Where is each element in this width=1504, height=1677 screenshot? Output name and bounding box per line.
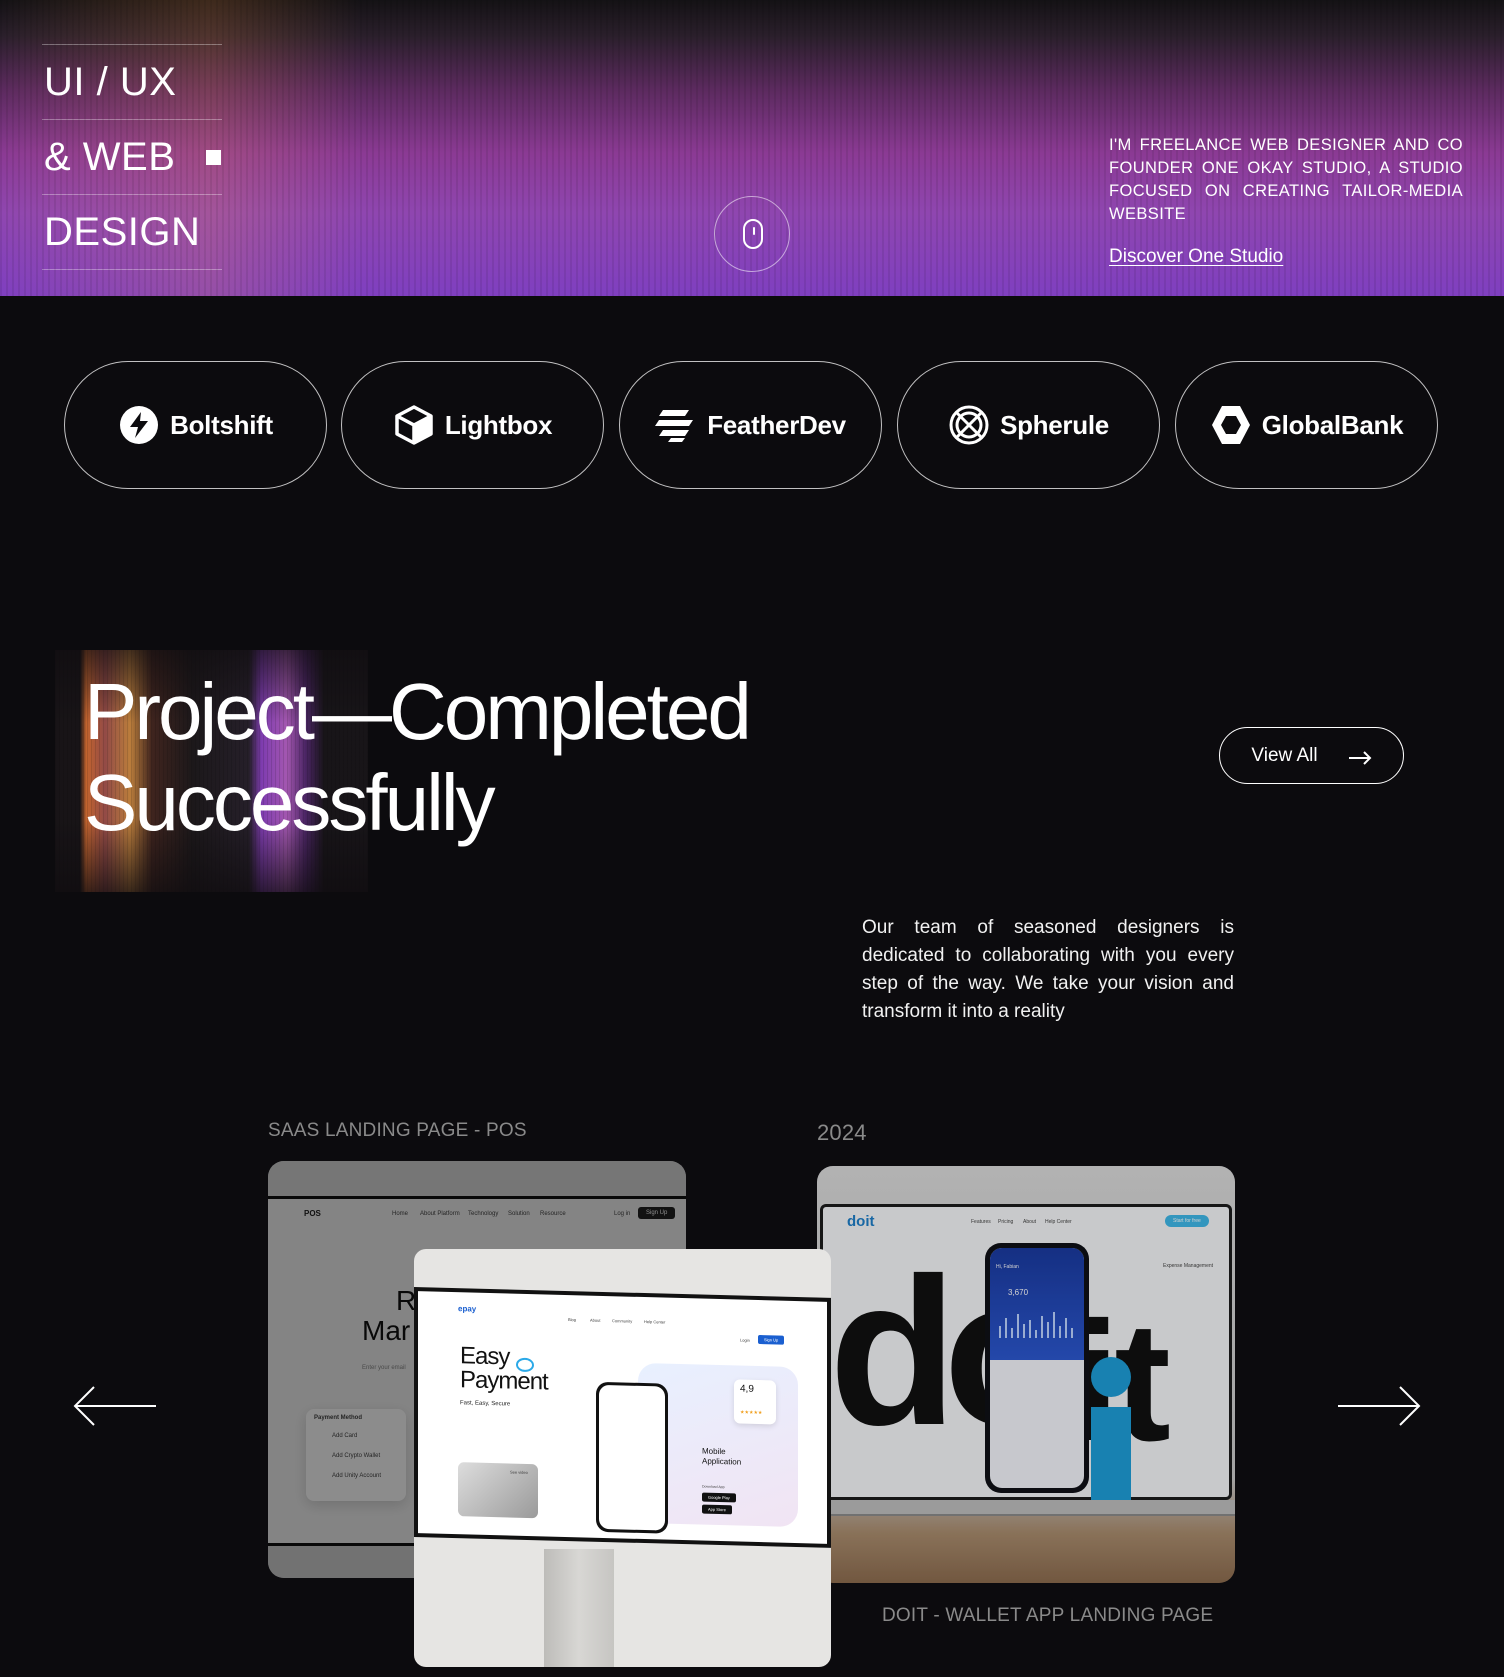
section-title-line-1: Project—Completed: [84, 667, 752, 756]
doit-phone: Hi, Fabian 3,670: [985, 1243, 1089, 1493]
hero-title-line-2: & WEB: [44, 135, 176, 179]
epay-rating: 4,9: [740, 1383, 754, 1395]
view-all-button[interactable]: View All: [1219, 727, 1404, 784]
doit-bar-chart: [999, 1312, 1073, 1338]
arrow-left-icon: [73, 1386, 156, 1426]
discover-studio-link[interactable]: Discover One Studio: [1109, 246, 1283, 268]
doit-stem: [1091, 1407, 1131, 1503]
epay-login: Login: [740, 1337, 750, 1343]
hero-divider: [42, 119, 222, 120]
star-icon: ★★★★★: [740, 1409, 763, 1417]
view-all-label: View All: [1251, 744, 1318, 766]
client-name: FeatherDev: [707, 409, 846, 440]
laptop-base: [817, 1500, 1235, 1516]
pos-panel-item: Add Card: [332, 1433, 358, 1439]
doit-dot: [1091, 1357, 1131, 1397]
epay-tagline: Fast, Easy, Secure: [460, 1400, 511, 1408]
projects-description: Our team of seasoned designers is dedica…: [862, 917, 1234, 1022]
pos-nav-tech: Technology: [468, 1211, 499, 1217]
pos-signup: Sign Up: [638, 1207, 676, 1219]
pos-brand: POS: [304, 1209, 321, 1218]
epay-mobile-label-1: Mobile: [702, 1446, 726, 1457]
doit-brand: doit: [847, 1213, 875, 1230]
epay-download-label: Download App: [702, 1484, 725, 1490]
square-icon: [206, 150, 221, 165]
pos-payment-panel: Payment Method Add Card Add Crypto Walle…: [306, 1409, 406, 1501]
pos-panel-title: Payment Method: [314, 1415, 363, 1421]
project-caption-pos: SAAS LANDING PAGE - POS: [268, 1120, 527, 1141]
cube-icon: [393, 404, 435, 446]
carousel-prev-button[interactable]: [72, 1385, 158, 1427]
section-title: Project—Completed Successfully: [84, 666, 752, 848]
epay-monitor-screen: epay Blog About Community Help Center Lo…: [414, 1287, 831, 1548]
doit-balance: 3,670: [1008, 1288, 1029, 1297]
epay-mobile-label-2: Application: [702, 1456, 742, 1467]
pos-nav-resource: Resource: [540, 1211, 566, 1217]
pos-panel-item: Add Unity Account: [332, 1473, 382, 1479]
hero-description: I'M FREELANCE WEB DESIGNER AND CO FOUNDE…: [1109, 136, 1463, 223]
client-name: Boltshift: [170, 409, 273, 440]
pos-panel-item: Add Crypto Wallet: [332, 1453, 381, 1459]
pos-headline-b: Mar: [362, 1315, 411, 1346]
epay-see-video: See video: [510, 1469, 528, 1475]
doit-screen: doit Features Pricing About Help Center …: [820, 1204, 1232, 1503]
hero-title-line-3: DESIGN: [44, 210, 201, 254]
hexagon-icon: [1210, 404, 1252, 446]
epay-headline-2: Payment: [460, 1366, 548, 1396]
app-store-badge: App Store: [702, 1504, 732, 1515]
doit-nav: Help Center: [1045, 1219, 1072, 1225]
google-play-badge: Google Play: [702, 1492, 736, 1503]
client-logo-lightbox[interactable]: Lightbox: [341, 361, 604, 489]
hero-divider: [42, 44, 222, 45]
hero-divider: [42, 269, 222, 270]
client-logo-globalbank[interactable]: GlobalBank: [1175, 361, 1438, 489]
project-caption-doit: DOIT - WALLET APP LANDING PAGE: [882, 1605, 1214, 1626]
pos-email-placeholder: Enter your email: [362, 1365, 406, 1371]
arrow-right-icon: [1338, 1386, 1421, 1426]
arrow-right-icon: [1348, 749, 1372, 765]
doit-nav: About: [1023, 1219, 1037, 1225]
sphere-icon: [948, 404, 990, 446]
pos-nav-solution: Solution: [508, 1211, 530, 1217]
client-name: Spherule: [1000, 409, 1109, 440]
hero-title-line-1: UI / UX: [44, 60, 177, 104]
pos-login: Log in: [614, 1211, 631, 1217]
section-title-line-2: Successfully: [84, 758, 496, 847]
doit-cta: Start for free: [1165, 1215, 1209, 1227]
doit-nav: Features: [971, 1219, 991, 1225]
project-card-epay[interactable]: epay Blog About Community Help Center Lo…: [414, 1249, 831, 1667]
epay-nav: Blog: [568, 1317, 577, 1323]
doit-side-title: Expense Management: [1163, 1263, 1214, 1269]
epay-brand: epay: [458, 1304, 477, 1314]
client-logo-spherule[interactable]: Spherule: [897, 361, 1160, 489]
pos-nav-home: Home: [392, 1211, 409, 1217]
doit-nav: Pricing: [998, 1219, 1014, 1225]
epay-nav: Help Center: [644, 1319, 666, 1325]
epay-nav: Community: [612, 1318, 633, 1324]
feather-icon: [655, 404, 697, 446]
client-name: GlobalBank: [1261, 409, 1404, 440]
epay-rating-card: 4,9 ★★★★★: [734, 1379, 776, 1425]
project-year: 2024: [817, 1120, 867, 1145]
epay-phone: [596, 1381, 668, 1534]
client-logo-featherdev[interactable]: FeatherDev: [619, 361, 882, 489]
hero-divider: [42, 194, 222, 195]
client-name: Lightbox: [444, 409, 553, 440]
client-logo-boltshift[interactable]: Boltshift: [64, 361, 327, 489]
bolt-icon: [118, 404, 160, 446]
hero-banner: UI / UX & WEB DESIGN I'M FREELANCE WEB D…: [0, 0, 1504, 296]
carousel-next-button[interactable]: [1336, 1385, 1422, 1427]
pos-nav-about: About Platform: [420, 1211, 460, 1217]
scroll-down-button[interactable]: [714, 196, 790, 272]
project-card-doit[interactable]: doit Features Pricing About Help Center …: [817, 1166, 1235, 1583]
epay-signup: Sign Up: [758, 1335, 785, 1345]
doit-greeting: Hi, Fabian: [996, 1264, 1019, 1270]
mouse-icon: [743, 219, 763, 249]
epay-nav: About: [590, 1317, 601, 1323]
monitor-stand: [544, 1549, 614, 1667]
